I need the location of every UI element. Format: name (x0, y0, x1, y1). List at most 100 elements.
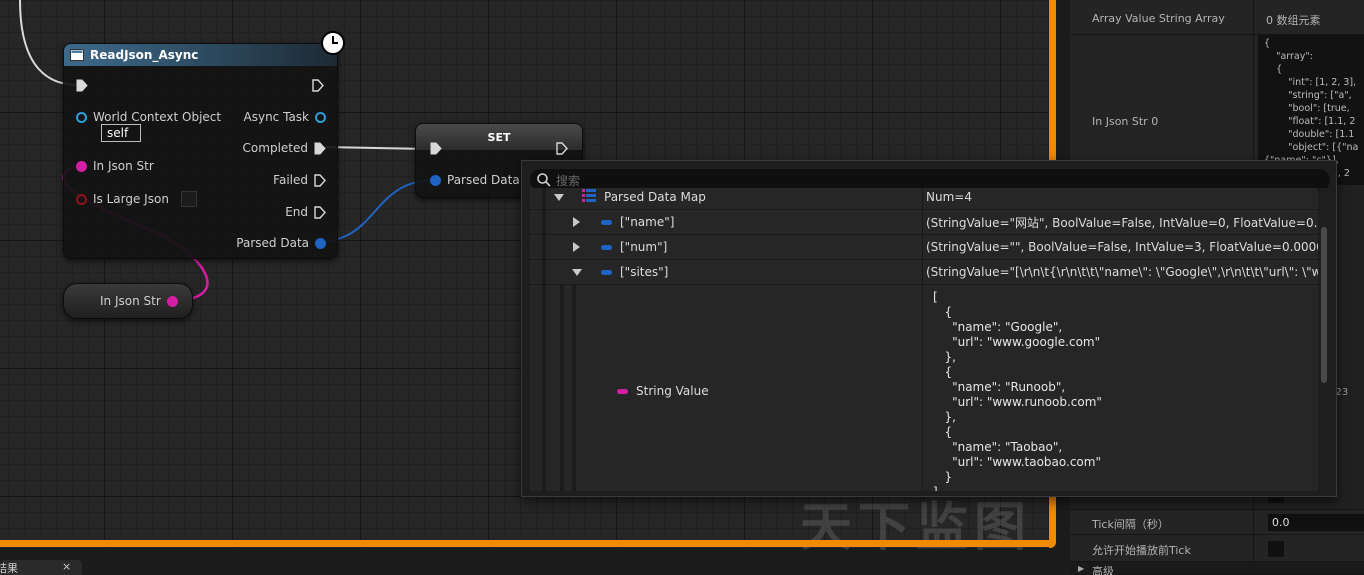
search-icon (537, 173, 551, 187)
in-json-str-0-label: In Json Str 0 (1092, 115, 1159, 128)
json-line: "url": "www.google.com" (933, 335, 1101, 349)
results-tab-label: 结果 (0, 562, 18, 575)
allow-tick-checkbox[interactable] (1268, 541, 1284, 557)
in-json-str-pin[interactable]: In Json Str (76, 159, 154, 173)
set-exec-out-pin[interactable] (556, 142, 568, 155)
end-label: End (285, 205, 308, 219)
tick-interval-input[interactable]: 0.0 (1268, 514, 1364, 531)
set-node-title: SET (487, 130, 511, 144)
struct-pin-icon (430, 174, 441, 186)
is-large-json-label: Is Large Json (93, 192, 169, 206)
tree-row-name[interactable]: ["name"] (StringValue="网站", BoolValue=Fa… (530, 210, 1318, 235)
read-json-node-header: ReadJson_Async (64, 44, 337, 66)
array-value-count: 0 数组元素 (1266, 14, 1321, 27)
results-tab[interactable]: 结果 × (0, 560, 82, 575)
struct-pin-icon (315, 237, 326, 249)
column-divider (1253, 535, 1254, 561)
value-tree: Parsed Data Map Num=4 ["name"] (StringVa… (530, 188, 1318, 491)
close-icon[interactable]: × (62, 560, 71, 573)
allow-tick-row: 允许开始播放前Tick (1070, 535, 1364, 562)
search-placeholder: 搜索 (556, 173, 581, 188)
world-context-pin[interactable]: World Context Object (76, 110, 221, 124)
root-value: Num=4 (926, 190, 972, 204)
exec-out-icon (312, 79, 324, 92)
json-line: ] (933, 485, 938, 491)
is-large-json-checkbox[interactable] (180, 191, 197, 207)
row-value: (StringValue="", BoolValue=False, IntVal… (926, 240, 1318, 254)
json-line: }, (933, 350, 956, 364)
chevron-right-icon[interactable] (573, 217, 580, 227)
in-json-str-label: In Json Str (93, 159, 154, 173)
column-divider (1253, 510, 1254, 534)
set-parsed-data-pin[interactable]: Parsed Data (430, 173, 520, 187)
json-line: "name": "Runoob", (933, 380, 1066, 394)
set-parsed-data-label: Parsed Data (447, 173, 520, 187)
json-line: } (933, 470, 953, 484)
variable-label: In Json Str (100, 294, 161, 308)
advanced-row[interactable]: ▶ 高级 (1070, 562, 1364, 575)
exec-in-icon (76, 79, 88, 92)
row-key: ["num"] (620, 240, 668, 254)
object-pin-icon (315, 111, 326, 123)
chevron-down-icon[interactable] (572, 269, 582, 276)
row-value: (StringValue="网站", BoolValue=False, IntV… (926, 215, 1318, 230)
row-key: ["sites"] (620, 265, 669, 279)
selection-frame-bottom (0, 540, 1056, 547)
string-pill-icon (617, 389, 628, 394)
json-line: [ (933, 290, 938, 304)
scrollbar-thumb[interactable] (1321, 227, 1327, 383)
json-line: }, (933, 410, 956, 424)
failed-pin[interactable]: Failed (224, 173, 326, 187)
chevron-right-icon[interactable] (573, 242, 580, 252)
string-pin-icon (76, 160, 87, 172)
string-pin-icon (166, 295, 178, 307)
object-pin-icon (76, 111, 87, 123)
chevron-down-icon[interactable] (554, 194, 564, 201)
exec-in-pin[interactable] (76, 79, 88, 92)
in-json-str-variable-node[interactable]: In Json Str (63, 283, 193, 319)
completed-pin[interactable]: Completed (224, 141, 326, 155)
json-line: { (933, 365, 953, 379)
read-json-async-node[interactable]: ReadJson_Async World Context Object self… (63, 43, 338, 259)
blueprint-editor: 天下监图 ReadJson_Async World Context Object (0, 0, 1364, 575)
node-title: ReadJson_Async (90, 48, 199, 62)
is-large-json-pin[interactable]: Is Large Json (76, 191, 197, 207)
advanced-label: 高级 (1092, 565, 1114, 575)
debug-value-popup: 搜索 Parsed Data Map Num=4 ["name"] (Strin… (521, 160, 1337, 497)
completed-label: Completed (242, 141, 308, 155)
async-task-pin[interactable]: Async Task (224, 110, 326, 124)
tree-row-root[interactable]: Parsed Data Map Num=4 (530, 188, 1318, 210)
exec-out-icon (314, 142, 326, 154)
row-value: (StringValue="[\r\n\t{\r\n\t\t\"name\": … (926, 265, 1318, 279)
struct-pill-icon (601, 270, 612, 275)
world-context-label: World Context Object (93, 110, 222, 124)
struct-pill-icon (601, 220, 612, 225)
json-line: "name": "Taobao", (933, 440, 1063, 454)
latent-clock-icon (321, 31, 345, 55)
row-key: ["name"] (620, 215, 675, 229)
json-line: { (933, 425, 953, 439)
exec-out-icon (556, 142, 568, 155)
function-icon (70, 49, 84, 61)
parsed-data-label: Parsed Data (236, 236, 309, 250)
json-line: "url": "www.runoob.com" (933, 395, 1102, 409)
set-exec-in-pin[interactable] (430, 142, 442, 155)
array-value-label: Array Value String Array (1092, 12, 1225, 25)
end-pin[interactable]: End (224, 205, 326, 219)
world-context-value[interactable]: self (101, 124, 141, 142)
string-value-label: String Value (636, 384, 709, 398)
bool-pin-icon (76, 193, 87, 205)
variable-out-pin[interactable]: In Json Str (100, 294, 178, 308)
tree-row-string-value[interactable]: String Value (530, 285, 1318, 491)
tick-interval-row: Tick间隔（秒） 0.0 (1070, 510, 1364, 535)
exec-out-icon (314, 173, 326, 187)
exec-out-pin[interactable] (312, 79, 324, 92)
map-icon (582, 189, 596, 202)
chevron-right-icon: ▶ (1078, 564, 1085, 573)
tree-row-num[interactable]: ["num"] (StringValue="", BoolValue=False… (530, 235, 1318, 260)
failed-label: Failed (273, 173, 308, 187)
exec-out-icon (314, 205, 326, 219)
parsed-data-out-pin[interactable]: Parsed Data (214, 236, 326, 250)
tree-row-sites[interactable]: ["sites"] (StringValue="[\r\n\t{\r\n\t\t… (530, 260, 1318, 285)
json-line: "url": "www.taobao.com" (933, 455, 1101, 469)
